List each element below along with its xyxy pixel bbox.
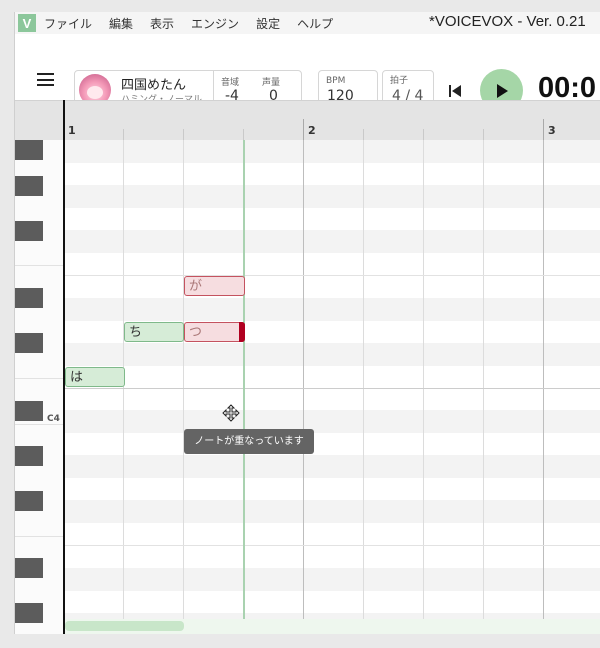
grid-row bbox=[65, 455, 600, 478]
menu-bar: V ファイル 編集 表示 エンジン 設定 ヘルプ *VOICEVOX - Ver… bbox=[15, 12, 600, 34]
menu-settings[interactable]: 設定 bbox=[256, 15, 280, 32]
note-ha[interactable]: は bbox=[65, 367, 125, 387]
overlap-warning-tooltip: ノートが重なっています bbox=[184, 429, 314, 454]
menu-engine[interactable]: エンジン bbox=[191, 15, 239, 32]
menu-view[interactable]: 表示 bbox=[150, 15, 174, 32]
bar-tick bbox=[543, 119, 544, 141]
beat-line bbox=[123, 140, 124, 634]
grid-row bbox=[65, 298, 600, 321]
singer-name: 四国めたん bbox=[121, 78, 187, 93]
grid-row bbox=[65, 185, 600, 208]
score-editor[interactable]: 1 2 3 C4 は ち つ が ノートが重なっています bbox=[15, 100, 600, 634]
grid-row bbox=[65, 230, 600, 253]
key-divider bbox=[15, 424, 64, 425]
grid-row bbox=[65, 343, 600, 366]
bar-label-2: 2 bbox=[308, 124, 316, 137]
octave-line bbox=[65, 275, 600, 276]
bar-label-3: 3 bbox=[548, 124, 556, 137]
note-resize-handle[interactable] bbox=[239, 322, 245, 342]
beat-line bbox=[363, 140, 364, 634]
key-divider bbox=[15, 265, 64, 266]
bar-line bbox=[543, 140, 544, 634]
volume-label: 声量 bbox=[262, 78, 281, 88]
bar-ruler[interactable]: 1 2 3 bbox=[15, 100, 600, 141]
note-chi[interactable]: ち bbox=[124, 322, 184, 342]
grid-row bbox=[65, 500, 600, 523]
playhead[interactable] bbox=[243, 140, 245, 634]
app-logo-icon: V bbox=[18, 14, 36, 32]
piano-black-key[interactable] bbox=[15, 288, 43, 308]
bar-label-1: 1 bbox=[68, 124, 76, 137]
time-signature-label: 拍子 bbox=[390, 76, 409, 86]
pitch-label-c4: C4 bbox=[47, 414, 60, 424]
piano-black-key[interactable] bbox=[15, 446, 43, 466]
key-divider bbox=[15, 536, 64, 537]
grid-row bbox=[65, 410, 600, 433]
menu-file[interactable]: ファイル bbox=[44, 15, 92, 32]
piano-keyboard[interactable]: C4 bbox=[15, 140, 64, 634]
octave-line bbox=[65, 545, 600, 546]
beat-line bbox=[483, 140, 484, 634]
piano-black-key[interactable] bbox=[15, 221, 43, 241]
beat-line bbox=[183, 140, 184, 634]
piano-black-key[interactable] bbox=[15, 176, 43, 196]
menu-edit[interactable]: 編集 bbox=[109, 15, 133, 32]
skip-to-start-icon[interactable] bbox=[448, 84, 462, 98]
window-title: *VOICEVOX - Ver. 0.21 bbox=[429, 13, 586, 30]
piano-black-key[interactable] bbox=[15, 333, 43, 353]
scrollbar-thumb[interactable] bbox=[65, 621, 184, 631]
key-shift-label: 音域 bbox=[221, 78, 240, 88]
note-grid[interactable]: は ち つ が bbox=[65, 140, 600, 634]
piano-black-key[interactable] bbox=[15, 140, 43, 160]
bpm-label: BPM bbox=[326, 76, 346, 86]
app-window: V ファイル 編集 表示 エンジン 設定 ヘルプ *VOICEVOX - Ver… bbox=[14, 12, 600, 634]
grid-row bbox=[65, 568, 600, 591]
beat-line bbox=[423, 140, 424, 634]
piano-black-key[interactable] bbox=[15, 603, 43, 623]
bar-line bbox=[303, 140, 304, 634]
note-tsu-lyric: つ bbox=[189, 325, 203, 340]
piano-black-key[interactable] bbox=[15, 491, 43, 511]
octave-line bbox=[65, 388, 600, 389]
piano-black-key[interactable] bbox=[15, 401, 43, 421]
note-tsu[interactable]: つ bbox=[184, 322, 245, 342]
piano-black-key[interactable] bbox=[15, 558, 43, 578]
grid-row bbox=[65, 140, 600, 163]
key-divider bbox=[15, 378, 64, 379]
play-icon bbox=[496, 83, 508, 98]
move-cursor-icon bbox=[222, 404, 240, 422]
menu-help[interactable]: ヘルプ bbox=[297, 15, 333, 32]
bar-tick bbox=[303, 119, 304, 141]
hamburger-menu-icon[interactable] bbox=[37, 73, 54, 86]
note-ga[interactable]: が bbox=[184, 276, 245, 296]
